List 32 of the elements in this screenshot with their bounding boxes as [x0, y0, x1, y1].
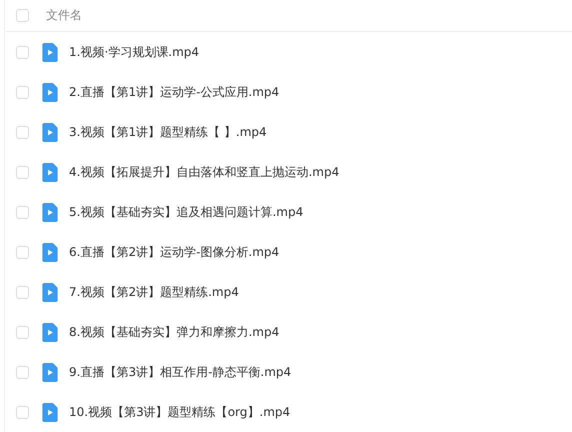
video-file-icon — [42, 402, 58, 422]
file-name[interactable]: 6.直播【第2讲】运动学-图像分析.mp4 — [69, 244, 280, 260]
video-file-icon — [42, 322, 58, 342]
row-checkbox[interactable] — [16, 126, 29, 138]
row-checkbox[interactable] — [16, 406, 29, 418]
file-name[interactable]: 8.视频【基础夯实】弹力和摩擦力.mp4 — [69, 324, 280, 340]
row-checkbox[interactable] — [16, 286, 29, 298]
video-file-icon — [42, 82, 58, 102]
select-all-checkbox[interactable] — [16, 9, 29, 22]
file-name[interactable]: 1.视频·学习规划课.mp4 — [69, 44, 200, 60]
file-name[interactable]: 3.视频【第1讲】题型精练【 】.mp4 — [69, 124, 267, 140]
file-name[interactable]: 9.直播【第3讲】相互作用-静态平衡.mp4 — [69, 364, 292, 380]
file-name[interactable]: 7.视频【第2讲】题型精练.mp4 — [69, 284, 239, 300]
video-file-icon — [42, 122, 58, 142]
file-name[interactable]: 10.视频【第3讲】题型精练【org】.mp4 — [69, 404, 290, 420]
file-name[interactable]: 2.直播【第1讲】运动学-公式应用.mp4 — [69, 84, 280, 100]
video-file-icon — [42, 42, 58, 62]
row-checkbox[interactable] — [16, 366, 29, 378]
row-checkbox[interactable] — [16, 246, 29, 258]
row-checkbox[interactable] — [16, 326, 29, 338]
video-file-icon — [42, 242, 58, 262]
row-checkbox[interactable] — [16, 46, 29, 58]
row-checkbox[interactable] — [16, 206, 29, 218]
row-checkbox[interactable] — [16, 86, 29, 98]
video-file-icon — [42, 282, 58, 302]
row-checkbox[interactable] — [16, 166, 29, 178]
video-file-icon — [42, 162, 58, 182]
column-header: 文件名 — [46, 7, 82, 24]
video-file-icon — [42, 202, 58, 222]
video-file-icon — [42, 362, 58, 382]
file-name[interactable]: 4.视频【拓展提升】自由落体和竖直上抛运动.mp4 — [69, 164, 340, 180]
file-name[interactable]: 5.视频【基础夯实】追及相遇问题计算.mp4 — [69, 204, 304, 220]
